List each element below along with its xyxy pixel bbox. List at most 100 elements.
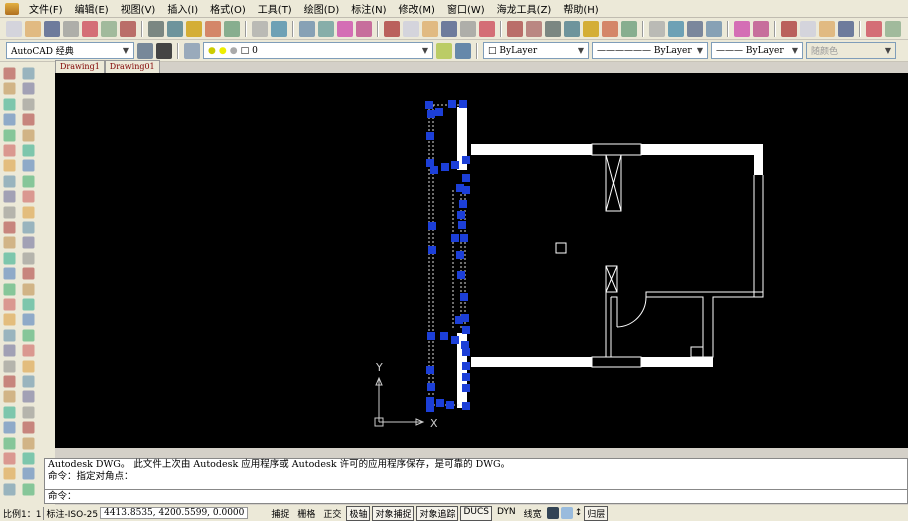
grip[interactable] <box>428 222 436 230</box>
grip[interactable] <box>448 100 456 108</box>
grip[interactable] <box>456 251 464 259</box>
tool-icon[interactable] <box>3 406 16 419</box>
grip[interactable] <box>427 383 435 391</box>
layout-icon[interactable] <box>560 507 573 519</box>
tool-icon[interactable] <box>22 82 35 95</box>
tool-icon[interactable] <box>22 129 35 142</box>
grip[interactable] <box>451 234 459 242</box>
menu-item[interactable]: 工具(T) <box>252 1 298 16</box>
pan2-icon[interactable] <box>781 20 797 37</box>
tool-icon[interactable] <box>22 390 35 403</box>
match-icon[interactable] <box>205 20 221 37</box>
grip[interactable] <box>455 316 463 324</box>
grip[interactable] <box>427 110 435 118</box>
tool-icon[interactable] <box>22 267 35 280</box>
tool-icon[interactable] <box>3 437 16 450</box>
save2-icon[interactable] <box>545 20 561 37</box>
tool-icon[interactable] <box>3 298 16 311</box>
zoom-realtime-icon[interactable] <box>318 20 334 37</box>
tool-icon[interactable] <box>22 113 35 126</box>
plot-icon[interactable] <box>63 20 79 37</box>
3dwf-icon[interactable] <box>120 20 136 37</box>
markup-icon[interactable] <box>460 20 476 37</box>
grip[interactable] <box>462 402 470 410</box>
menu-item[interactable]: 修改(M) <box>393 1 441 16</box>
tool-icon[interactable] <box>3 175 16 188</box>
tool-icon[interactable] <box>22 144 35 157</box>
layer-manager-icon[interactable] <box>184 42 200 59</box>
tool-palettes-icon[interactable] <box>422 20 438 37</box>
tool-icon[interactable] <box>22 313 35 326</box>
grip[interactable] <box>426 397 434 405</box>
tool-icon[interactable] <box>22 406 35 419</box>
tool-icon[interactable] <box>22 452 35 465</box>
grip[interactable] <box>462 384 470 392</box>
status-toggle-button[interactable]: 极轴 <box>346 505 371 521</box>
menu-item[interactable]: 格式(O) <box>204 1 252 16</box>
grip[interactable] <box>446 401 454 409</box>
designcenter-icon[interactable] <box>403 20 419 37</box>
grip[interactable] <box>460 293 468 301</box>
status-toggle-button[interactable]: 对象捕捉 <box>372 505 415 521</box>
status-toggle-button[interactable]: 正交 <box>320 506 344 521</box>
plot2-icon[interactable] <box>564 20 580 37</box>
tool-icon[interactable] <box>22 329 35 342</box>
color-select[interactable]: □ ByLayer ▼ <box>483 42 589 59</box>
status-toggle-button[interactable]: 栅格 <box>294 506 318 521</box>
tool-icon[interactable] <box>3 190 16 203</box>
make-current-layer-icon[interactable] <box>436 42 452 59</box>
open-icon[interactable] <box>25 20 41 37</box>
tool-icon[interactable] <box>22 175 35 188</box>
tab-drawing01[interactable]: Drawing01 <box>104 60 160 73</box>
tool-icon[interactable] <box>3 313 16 326</box>
tool-icon[interactable] <box>22 375 35 388</box>
pan-icon[interactable] <box>299 20 315 37</box>
grip[interactable] <box>441 163 449 171</box>
tool-icon[interactable] <box>3 421 16 434</box>
dc2-icon[interactable] <box>885 20 901 37</box>
tool-icon[interactable] <box>3 113 16 126</box>
preview-icon[interactable] <box>82 20 98 37</box>
paste-icon[interactable] <box>186 20 202 37</box>
calc-icon[interactable] <box>479 20 495 37</box>
3dwf2-icon[interactable] <box>621 20 637 37</box>
tool-icon[interactable] <box>3 390 16 403</box>
publish2-icon[interactable] <box>602 20 618 37</box>
status-toggle-button[interactable]: 线宽 <box>521 506 545 521</box>
tool-icon[interactable] <box>3 360 16 373</box>
tool-icon[interactable] <box>3 252 16 265</box>
grip[interactable] <box>426 404 434 412</box>
grip[interactable] <box>426 159 434 167</box>
menu-item[interactable]: 帮助(H) <box>557 1 604 16</box>
zoom2-icon[interactable] <box>800 20 816 37</box>
grip[interactable] <box>459 200 467 208</box>
tool-icon[interactable] <box>3 344 16 357</box>
tool-icon[interactable] <box>3 221 16 234</box>
tool-icon[interactable] <box>3 67 16 80</box>
tool-icon[interactable] <box>3 483 16 496</box>
grip[interactable] <box>426 132 434 140</box>
tool-icon[interactable] <box>22 421 35 434</box>
block-icon[interactable] <box>224 20 240 37</box>
tool-icon[interactable] <box>22 221 35 234</box>
props2-icon[interactable] <box>866 20 882 37</box>
sheetset-icon[interactable] <box>441 20 457 37</box>
cut-icon[interactable] <box>148 20 164 37</box>
grip[interactable] <box>426 366 434 374</box>
command-window[interactable]: Autodesk DWG。 此文件上次由 Autodesk 应用程序或 Auto… <box>44 458 908 504</box>
command-input[interactable]: 命令： <box>45 489 907 503</box>
new-icon[interactable] <box>6 20 22 37</box>
status-toggle-button[interactable]: 对象追踪 <box>416 505 459 521</box>
zoom4-icon[interactable] <box>838 20 854 37</box>
arrows-icon[interactable]: ↕ <box>575 508 583 518</box>
grip[interactable] <box>451 161 459 169</box>
tool-icon[interactable] <box>22 236 35 249</box>
grip[interactable] <box>460 234 468 242</box>
grip[interactable] <box>457 271 465 279</box>
lineweight-select[interactable]: ——— ByLayer ▼ <box>711 42 803 59</box>
zoom3-icon[interactable] <box>819 20 835 37</box>
redo2-icon[interactable] <box>753 20 769 37</box>
tool-icon[interactable] <box>22 437 35 450</box>
tool-icon[interactable] <box>22 67 35 80</box>
grip[interactable] <box>461 341 469 349</box>
